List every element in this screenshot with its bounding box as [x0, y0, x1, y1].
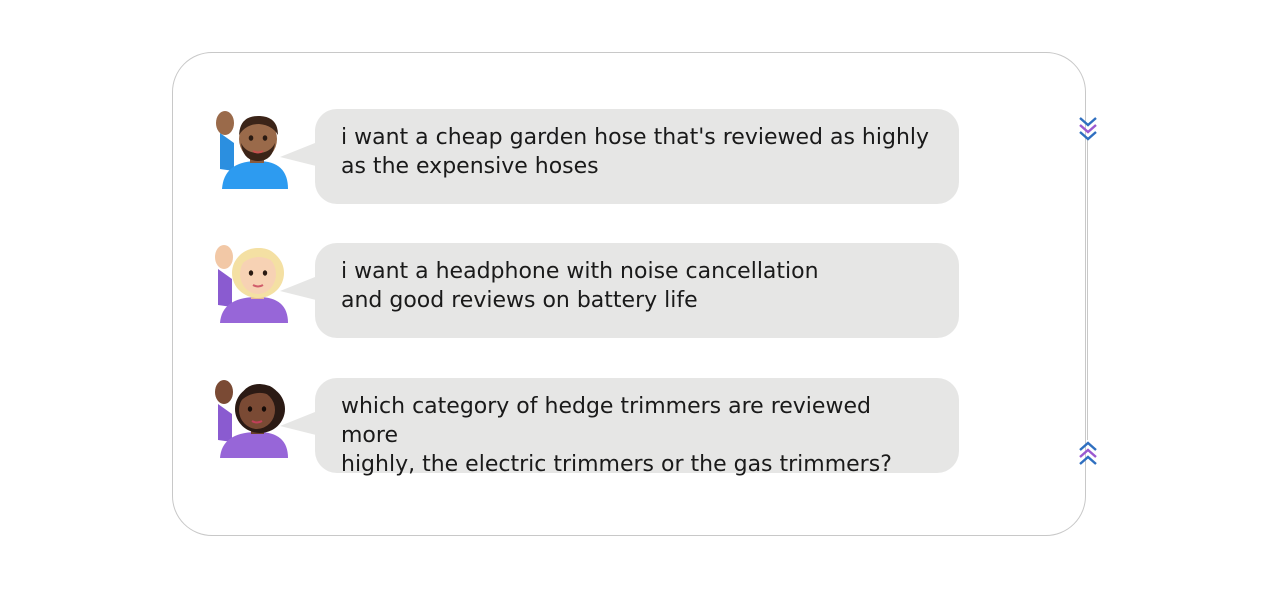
- chat-message-row: i want a cheap garden hose that's review…: [212, 109, 972, 205]
- message-bubble: i want a cheap garden hose that's review…: [315, 109, 959, 204]
- man-raising-hand-icon: [216, 111, 288, 189]
- chat-message-row: i want a headphone with noise cancellati…: [212, 243, 972, 339]
- scroll-rail: [1087, 140, 1088, 440]
- message-bubble: which category of hedge trimmers are rev…: [315, 378, 959, 477]
- woman-raising-hand-icon: [215, 380, 288, 458]
- bubble-tail: [280, 410, 320, 436]
- chat-message-row: which category of hedge trimmers are rev…: [212, 378, 972, 477]
- chevron-double-down-icon[interactable]: [1076, 112, 1100, 146]
- chevron-double-up-icon[interactable]: [1076, 437, 1100, 471]
- bubble-tail: [280, 275, 320, 301]
- woman-raising-hand-icon: [215, 245, 288, 323]
- bubble-tail: [280, 141, 320, 167]
- message-bubble: i want a headphone with noise cancellati…: [315, 243, 959, 338]
